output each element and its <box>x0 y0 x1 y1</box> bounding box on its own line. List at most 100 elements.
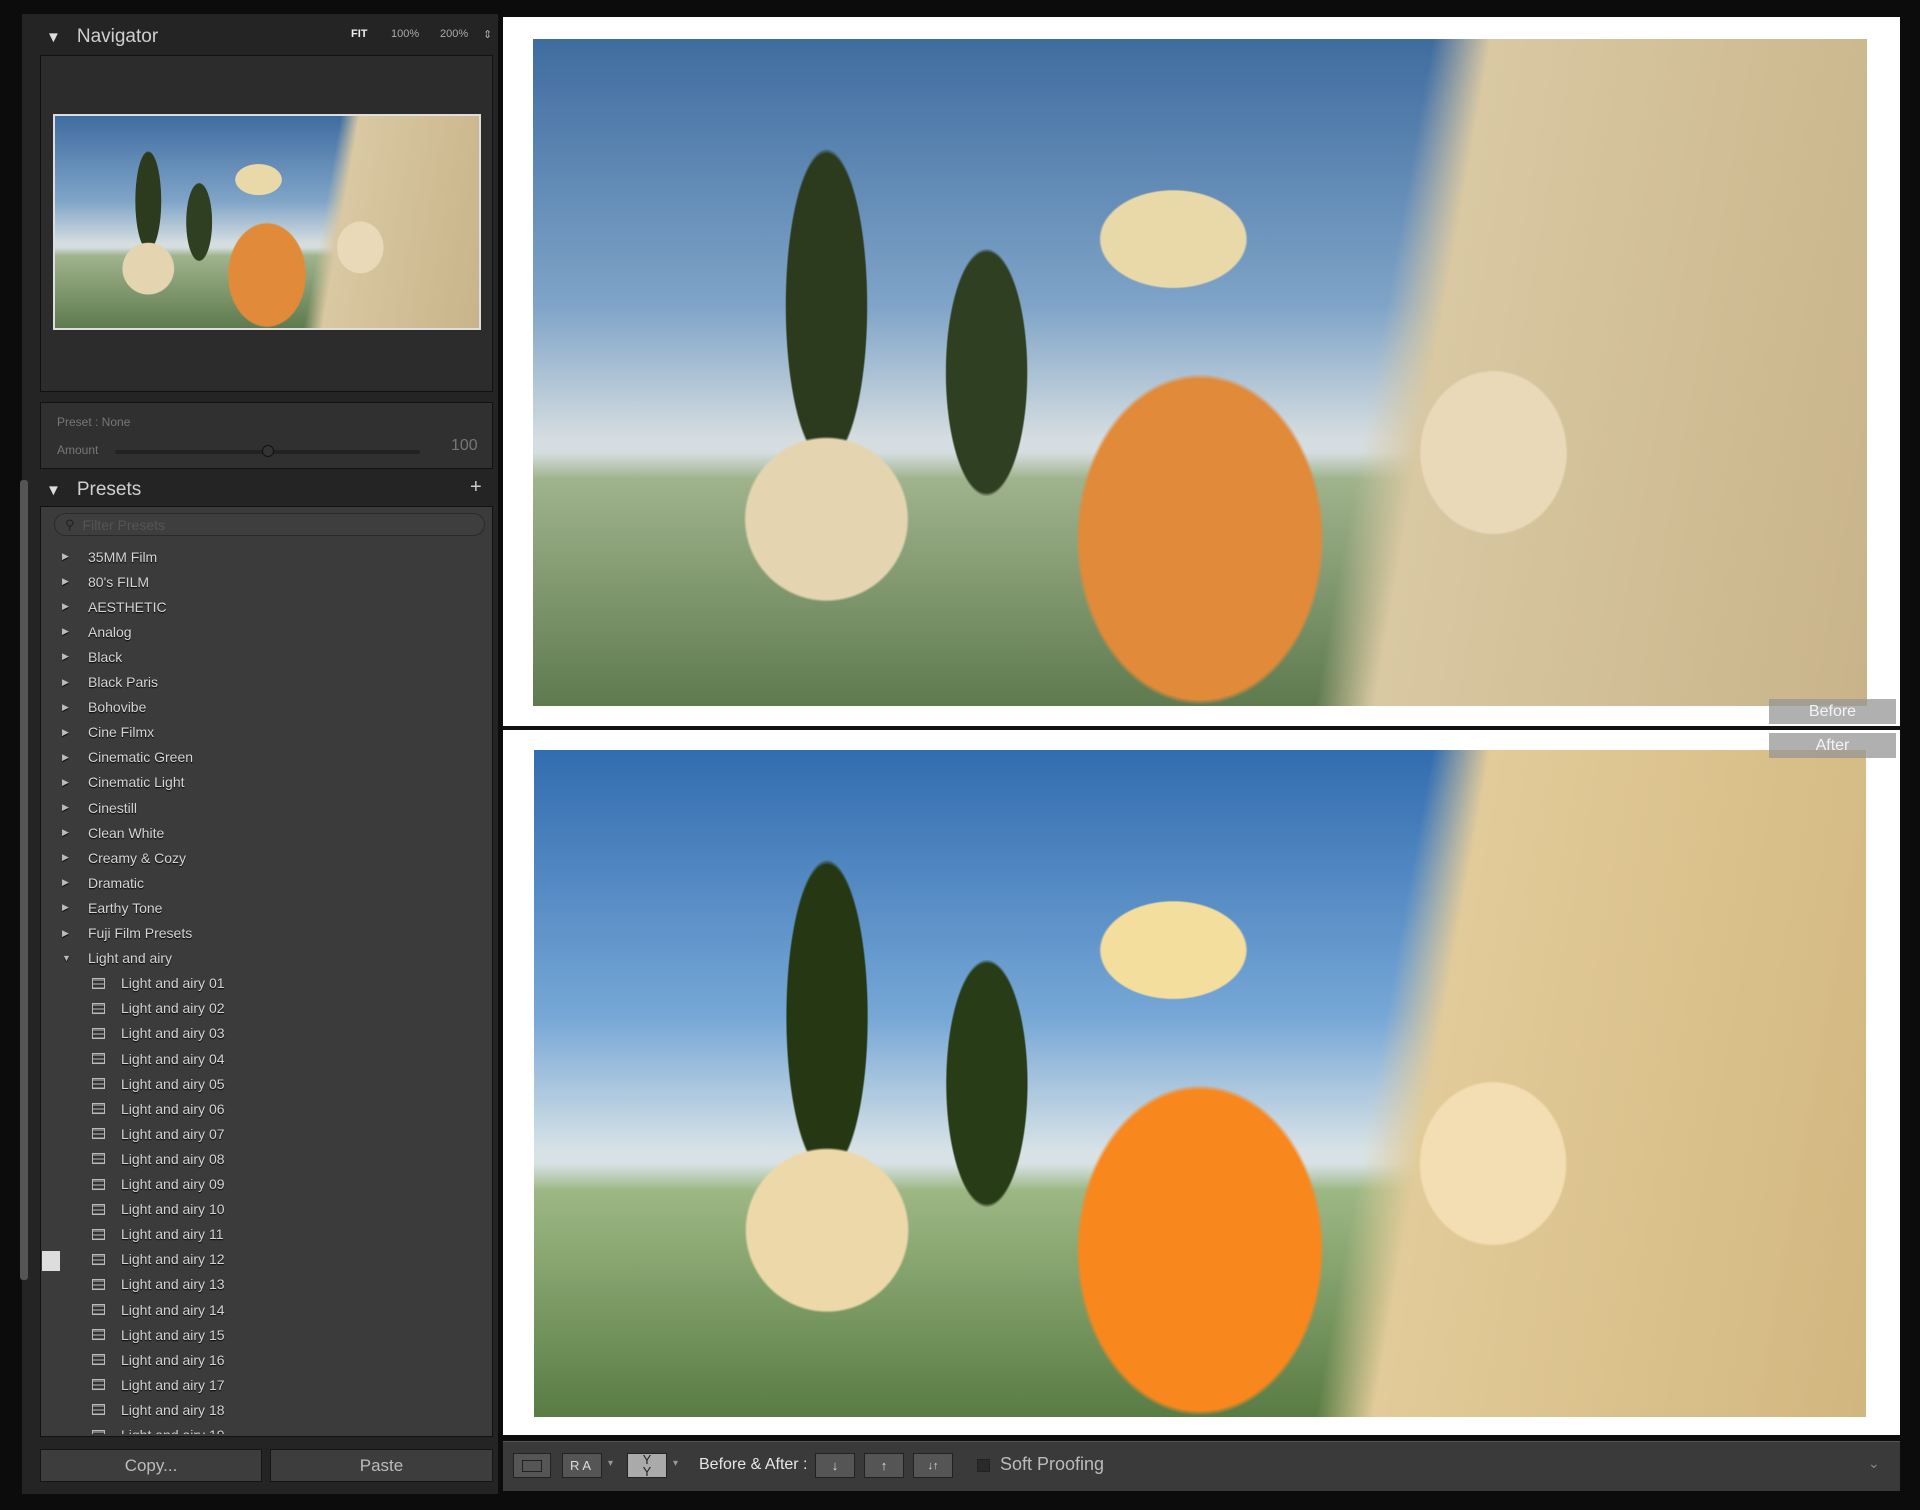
navigator-header[interactable]: ▼ Navigator <box>46 22 158 52</box>
before-after-top-bottom-button[interactable]: YY <box>627 1453 667 1478</box>
preset-icon <box>92 1027 105 1039</box>
collapsed-triangle-icon[interactable]: ▶ <box>62 702 88 713</box>
preset-group-label: Dramatic <box>88 874 145 891</box>
preset-item[interactable]: Light and airy 06 <box>92 1096 225 1121</box>
add-preset-icon[interactable]: + <box>470 476 482 499</box>
preset-item[interactable]: Light and airy 11 <box>92 1222 223 1247</box>
preset-icon <box>92 1103 105 1115</box>
preset-item[interactable]: Light and airy 02 <box>92 996 225 1021</box>
preset-item[interactable]: Light and airy 19 <box>92 1423 225 1434</box>
paste-button[interactable]: Paste <box>270 1449 493 1482</box>
preset-item[interactable]: Light and airy 09 <box>92 1172 225 1197</box>
dropdown-arrow-icon[interactable]: ▾ <box>673 1458 678 1469</box>
collapsed-triangle-icon[interactable]: ▶ <box>62 651 88 662</box>
collapsed-triangle-icon[interactable]: ▶ <box>62 777 88 788</box>
preset-group[interactable]: ▶ Black Paris <box>62 670 158 695</box>
preset-group-label: Black <box>88 648 123 665</box>
collapsed-triangle-icon[interactable]: ▶ <box>62 852 88 863</box>
expanded-triangle-icon[interactable]: ▼ <box>62 953 88 963</box>
preset-group[interactable]: ▶ Cinematic Green <box>62 745 193 770</box>
copy-before-to-after-button[interactable]: ↓ <box>815 1453 855 1478</box>
preset-group[interactable]: ▶ Earthy Tone <box>62 895 162 920</box>
preset-item-label: Light and airy 12 <box>121 1251 225 1268</box>
collapsed-triangle-icon[interactable]: ▶ <box>62 626 88 637</box>
collapsed-triangle-icon[interactable]: ▶ <box>62 576 88 587</box>
collapsed-triangle-icon[interactable]: ▶ <box>62 677 88 688</box>
preset-group[interactable]: ▶ Dramatic <box>62 870 144 895</box>
collapsed-triangle-icon[interactable]: ▶ <box>62 877 88 888</box>
selection-marker <box>42 1251 60 1271</box>
preset-group[interactable]: ▶ Bohovibe <box>62 695 146 720</box>
copy-button[interactable]: Copy... <box>40 1449 262 1482</box>
preset-group[interactable]: ▼ Light and airy <box>62 946 172 971</box>
collapse-triangle-icon: ▼ <box>46 28 61 46</box>
preset-group[interactable]: ▶ Clean White <box>62 820 164 845</box>
preset-group[interactable]: ▶ Cine Filmx <box>62 720 154 745</box>
preset-item[interactable]: Light and airy 01 <box>92 971 225 996</box>
soft-proofing-checkbox[interactable] <box>977 1459 990 1472</box>
preset-item[interactable]: Light and airy 15 <box>92 1322 225 1347</box>
collapsed-triangle-icon[interactable]: ▶ <box>62 827 88 838</box>
zoom-200[interactable]: 200% <box>440 28 468 40</box>
preset-item[interactable]: Light and airy 14 <box>92 1297 225 1322</box>
toolbar-menu-chevron-icon[interactable]: ⌄ <box>1868 1455 1880 1472</box>
left-scrollbar[interactable] <box>20 480 28 1280</box>
dropdown-arrow-icon[interactable]: ▾ <box>608 1458 613 1469</box>
preset-group-label: Cinematic Light <box>88 774 185 791</box>
presets-tree: ▶ 35MM Film ▶ 80's FILM ▶ AESTHETIC ▶ Analog ▶ Bl… <box>62 544 482 1434</box>
preset-group[interactable]: ▶ Creamy & Cozy <box>62 845 186 870</box>
preset-group[interactable]: ▶ Analog <box>62 619 132 644</box>
collapsed-triangle-icon[interactable]: ▶ <box>62 551 88 562</box>
preset-group[interactable]: ▶ Cinematic Light <box>62 770 185 795</box>
preset-item[interactable]: Light and airy 16 <box>92 1347 225 1372</box>
zoom-fit[interactable]: FIT <box>351 28 368 40</box>
collapsed-triangle-icon[interactable]: ▶ <box>62 902 88 913</box>
preset-item[interactable]: Light and airy 04 <box>92 1046 225 1071</box>
copy-after-to-before-button[interactable]: ↑ <box>864 1453 904 1478</box>
preset-group[interactable]: ▶ Cinestill <box>62 795 137 820</box>
collapsed-triangle-icon[interactable]: ▶ <box>62 727 88 738</box>
preset-group-label: Clean White <box>88 824 165 841</box>
collapsed-triangle-icon[interactable]: ▶ <box>62 752 88 763</box>
preset-item[interactable]: Light and airy 07 <box>92 1121 225 1146</box>
preset-group[interactable]: ▶ 35MM Film <box>62 544 157 569</box>
preset-group-label: Fuji Film Presets <box>88 925 193 941</box>
preset-item[interactable]: Light and airy 12 <box>92 1247 225 1272</box>
preset-group[interactable]: ▶ Fuji Film Presets <box>62 921 192 946</box>
filter-presets-input[interactable]: ⚲ Filter Presets <box>54 513 485 536</box>
amount-slider-handle[interactable] <box>261 445 274 457</box>
preset-icon <box>92 1379 105 1391</box>
preset-group[interactable]: ▶ Black <box>62 644 122 669</box>
swap-before-after-button[interactable]: ↓↑ <box>913 1453 953 1478</box>
loupe-view-button[interactable] <box>513 1453 551 1478</box>
preset-icon <box>92 1053 105 1064</box>
preset-item[interactable]: Light and airy 08 <box>92 1146 225 1171</box>
zoom-100[interactable]: 100% <box>391 28 419 40</box>
navigator-thumbnail[interactable] <box>53 114 481 330</box>
preset-group[interactable]: ▶ AESTHETIC <box>62 594 167 619</box>
preset-icon <box>92 977 105 989</box>
preset-item[interactable]: Light and airy 05 <box>92 1071 225 1096</box>
preset-group-label: Earthy Tone <box>88 899 163 916</box>
preset-item[interactable]: Light and airy 03 <box>92 1021 225 1046</box>
collapsed-triangle-icon[interactable]: ▶ <box>62 928 88 939</box>
before-after-label: Before & After : <box>699 1456 808 1473</box>
presets-header[interactable]: ▼ Presets <box>46 475 141 505</box>
preset-group-label: Cinematic Green <box>88 749 194 766</box>
preset-item[interactable]: Light and airy 13 <box>92 1272 225 1297</box>
preset-group-label: 80's FILM <box>88 573 150 590</box>
preset-item[interactable]: Light and airy 18 <box>92 1397 225 1422</box>
preset-item[interactable]: Light and airy 10 <box>92 1197 225 1222</box>
after-image[interactable] <box>534 750 1866 1417</box>
zoom-stepper-icon[interactable]: ⇕ <box>483 28 492 41</box>
preset-item-label: Light and airy 06 <box>121 1100 225 1117</box>
before-after-left-right-button[interactable]: RA <box>562 1453 602 1478</box>
filter-placeholder: Filter Presets <box>82 516 165 533</box>
before-image[interactable] <box>533 39 1867 706</box>
soft-proofing-label[interactable]: Soft Proofing <box>1000 1454 1104 1475</box>
preset-item[interactable]: Light and airy 17 <box>92 1372 225 1397</box>
preset-item-label: Light and airy 18 <box>121 1401 225 1418</box>
collapsed-triangle-icon[interactable]: ▶ <box>62 601 88 612</box>
collapsed-triangle-icon[interactable]: ▶ <box>62 802 88 813</box>
preset-group[interactable]: ▶ 80's FILM <box>62 569 149 594</box>
